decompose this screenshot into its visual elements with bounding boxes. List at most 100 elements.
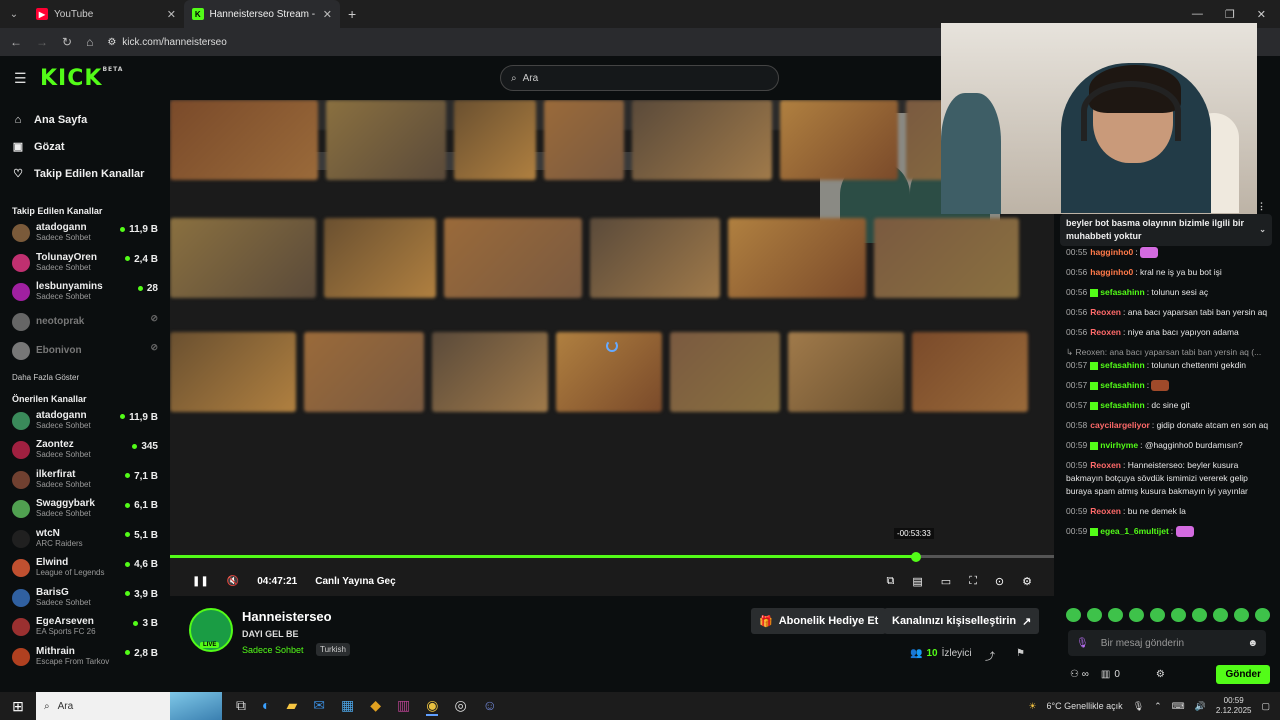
channel-row[interactable]: neotoprak ⊘ xyxy=(0,308,170,338)
emote-icon[interactable] xyxy=(1171,608,1186,622)
minimize-icon[interactable]: — xyxy=(1192,8,1203,21)
discord-icon[interactable]: ☺ xyxy=(483,697,497,716)
pinned-message[interactable]: ⋮ beyler bot basma olayının bizimle ilgi… xyxy=(1060,201,1272,246)
chat-message[interactable]: 00:58 caycilargeliyor: gidip donate atcam… xyxy=(1066,419,1274,432)
more-options-icon[interactable]: ⋮ xyxy=(1257,200,1266,213)
message-username[interactable]: Reoxen xyxy=(1090,506,1121,516)
channel-row[interactable]: wtcN ARC Raiders 5,1 B xyxy=(0,525,170,555)
emoji-icon[interactable]: ☻ xyxy=(1247,638,1258,649)
show-more-link[interactable]: Daha Fazla Göster xyxy=(0,367,170,389)
emote-icon[interactable] xyxy=(1150,608,1165,622)
chat-message[interactable]: 00:59 Reoxen: Hanneisterseo: beyler kusur… xyxy=(1066,459,1274,498)
message-username[interactable]: sefasahinn xyxy=(1100,380,1144,390)
chat-message[interactable]: 00:56 Reoxen: ana bacı yaparsan tabi ban … xyxy=(1066,306,1274,319)
tray-overflow-icon[interactable]: ⌃ xyxy=(1154,701,1162,712)
chat-message[interactable]: 00:59 egea_1_6multijet: xyxy=(1066,525,1274,538)
message-username[interactable]: sefasahinn xyxy=(1100,400,1144,410)
stream-category[interactable]: Sadece Sohbet xyxy=(242,645,304,655)
mic-icon[interactable]: 🎙 xyxy=(1076,638,1089,649)
nav-browse[interactable]: ▣ Gözat xyxy=(0,133,170,160)
close-window-icon[interactable]: ✕ xyxy=(1257,8,1266,21)
message-username[interactable]: Reoxen xyxy=(1090,307,1121,317)
channel-row[interactable]: atadogann Sadece Sohbet 11,9 B xyxy=(0,407,170,437)
chat-message[interactable]: 00:56 Reoxen: niye ana bacı yapıyon adama xyxy=(1066,326,1274,339)
settings-icon[interactable]: ⚙ xyxy=(1022,575,1032,588)
app-orange-icon[interactable]: ◆ xyxy=(370,697,381,716)
volume-icon[interactable]: 🔊 xyxy=(1195,701,1206,712)
chat-message[interactable]: 00:57 sefasahinn: tolunun chettenmi gekdi… xyxy=(1066,359,1274,372)
channel-row[interactable]: EgeArseven EA Sports FC 26 3 B xyxy=(0,613,170,643)
weather-text[interactable]: 6°C Genellikle açık xyxy=(1047,701,1123,711)
pip-icon[interactable]: ⧉ xyxy=(887,575,895,588)
language-tag[interactable]: Turkish xyxy=(316,643,350,656)
outlook-icon[interactable]: ✉ xyxy=(313,697,325,716)
gift-sub-button[interactable]: 🎁 Abonelik Hediye Et xyxy=(751,608,887,634)
chrome-icon[interactable]: ◉ xyxy=(426,697,439,716)
emote-icon[interactable] xyxy=(1234,608,1249,622)
chat-settings-icon[interactable]: ⚙ xyxy=(1156,669,1165,680)
nav-following[interactable]: ♡ Takip Edilen Kanallar xyxy=(0,160,170,187)
message-username[interactable]: nvirhyme xyxy=(1100,440,1138,450)
customize-channel-button[interactable]: Kanalınızı kişiselleştirin ↗ xyxy=(884,608,1040,634)
mute-icon[interactable]: 🔇 xyxy=(227,576,239,587)
channel-row[interactable]: Ebonivon ⊘ xyxy=(0,337,170,367)
weather-icon[interactable]: ☀ xyxy=(1028,701,1036,712)
menu-icon[interactable]: ☰ xyxy=(14,70,27,87)
channel-row[interactable]: Swaggybark Sadece Sohbet 6,1 B xyxy=(0,495,170,525)
chat-message[interactable]: ↳ Reoxen: ana bacı yaparsan tabi ban yer… xyxy=(1066,346,1274,359)
close-tab-icon[interactable]: ✕ xyxy=(323,8,332,21)
emote-icon[interactable] xyxy=(1129,608,1144,622)
obs-icon[interactable]: ◎ xyxy=(454,697,466,716)
go-live-button[interactable]: Canlı Yayına Geç xyxy=(315,576,395,587)
taskbar-search[interactable]: ⌕ Ara xyxy=(36,692,222,720)
tab-menu-chevron-icon[interactable]: ⌄ xyxy=(0,0,28,28)
emote-icon[interactable] xyxy=(1066,608,1081,622)
channel-row[interactable]: lesbunyamins Sadece Sohbet 28 xyxy=(0,278,170,308)
kick-logo[interactable]: KICKBETA xyxy=(40,66,123,91)
playback-icon[interactable]: ⊙ xyxy=(995,575,1004,588)
chevron-down-icon[interactable]: ⌄ xyxy=(1259,223,1266,236)
message-username[interactable]: Reoxen xyxy=(1090,327,1121,337)
task-view-icon[interactable]: ⧉ xyxy=(236,697,246,716)
windows-start-icon[interactable]: ⊞ xyxy=(0,698,36,715)
channel-row[interactable]: atadogann Sadece Sohbet 11,9 B xyxy=(0,219,170,249)
network-icon[interactable]: ⌨ xyxy=(1172,701,1185,712)
pause-icon[interactable]: ❚❚ xyxy=(192,576,209,587)
message-username[interactable]: hagginho0 xyxy=(1090,267,1133,277)
chat-message[interactable]: 00:59 Reoxen: bu ne demek la xyxy=(1066,505,1274,518)
forward-icon[interactable]: → xyxy=(36,35,48,49)
send-button[interactable]: Gönder xyxy=(1216,664,1270,684)
emote-icon[interactable] xyxy=(1108,608,1123,622)
emote-icon[interactable] xyxy=(1255,608,1270,622)
channel-row[interactable]: TolunayOren Sadece Sohbet 2,4 B xyxy=(0,249,170,279)
gift-points-icon[interactable]: ▥ xyxy=(1101,669,1110,680)
channel-row[interactable]: Zaontez Sadece Sohbet 345 xyxy=(0,436,170,466)
chat-message[interactable]: 00:55 hagginho0: xyxy=(1066,246,1274,259)
clock[interactable]: 00:59 2.12.2025 xyxy=(1216,696,1252,716)
channel-row[interactable]: ilkerfirat Sadece Sohbet 7,1 B xyxy=(0,466,170,496)
channel-name[interactable]: Hanneisterseo xyxy=(242,609,332,624)
mic-tray-icon[interactable]: 🎙 xyxy=(1133,701,1144,712)
chat-message[interactable]: 00:59 nvirhyme: @hagginho0 burdamısın? xyxy=(1066,439,1274,452)
file-explorer-icon[interactable]: ▰ xyxy=(286,697,297,716)
message-username[interactable]: caycilargeliyor xyxy=(1090,420,1150,430)
channel-row[interactable]: BarisG Sadece Sohbet 3,9 B xyxy=(0,584,170,614)
new-tab-icon[interactable]: + xyxy=(340,6,364,22)
clip-icon[interactable]: ▤ xyxy=(912,575,922,588)
chat-message[interactable]: 00:57 sefasahinn: dc sine git xyxy=(1066,399,1274,412)
chat-message[interactable]: 00:56 hagginho0: kral ne iş ya bu bot işi xyxy=(1066,266,1274,279)
progress-knob[interactable] xyxy=(911,552,922,562)
back-icon[interactable]: ← xyxy=(10,35,22,49)
message-username[interactable]: sefasahinn xyxy=(1100,287,1144,297)
message-username[interactable]: hagginho0 xyxy=(1090,247,1133,257)
reload-icon[interactable]: ↻ xyxy=(62,35,72,49)
infinity-points-icon[interactable]: ⚇ ∞ xyxy=(1070,669,1089,680)
message-username[interactable]: egea_1_6multijet xyxy=(1100,526,1169,536)
maximize-icon[interactable]: ❐ xyxy=(1225,8,1235,21)
tab-kick[interactable]: K Hanneisterseo Stream - Watch ✕ xyxy=(184,0,340,28)
url-field[interactable]: ⚙ kick.com/hanneisterseo xyxy=(107,37,226,48)
edge-icon[interactable]: ◐ xyxy=(262,697,270,716)
close-tab-icon[interactable]: ✕ xyxy=(167,8,176,21)
emote-icon[interactable] xyxy=(1192,608,1207,622)
emote-icon[interactable] xyxy=(1087,608,1102,622)
